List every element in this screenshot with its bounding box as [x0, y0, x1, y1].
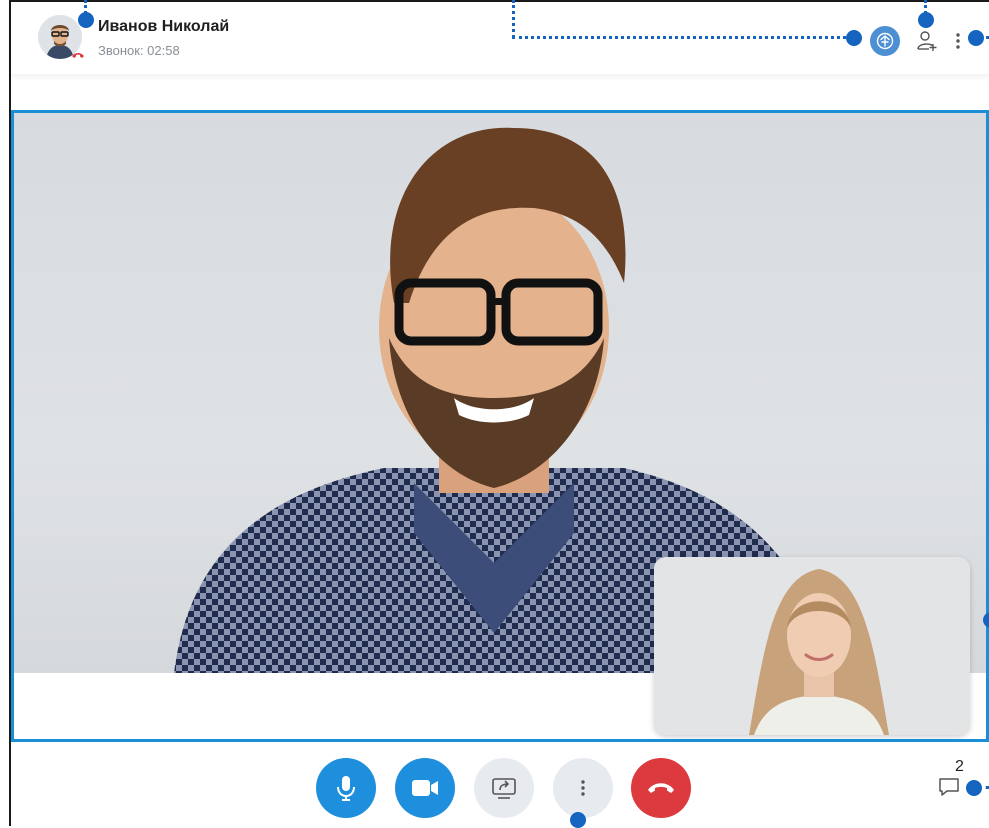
- encryption-icon: [876, 32, 894, 50]
- video-camera-icon: [412, 780, 438, 796]
- call-controls: [11, 744, 989, 826]
- more-controls-button[interactable]: [553, 758, 613, 818]
- microphone-button[interactable]: [316, 758, 376, 818]
- phone-badge-icon: [72, 53, 84, 58]
- callee-name: Иванов Николай: [98, 18, 230, 35]
- more-vertical-icon: [581, 780, 585, 796]
- callout-marker-avatar: [78, 12, 94, 28]
- callout-marker-encryption: [846, 30, 862, 46]
- callout-line-chat: [978, 786, 989, 789]
- callout-line-encryption-vertical: [512, 0, 515, 38]
- chat-icon: [939, 778, 959, 796]
- chat-button[interactable]: [938, 776, 964, 802]
- more-vertical-icon: [956, 33, 960, 49]
- video-area: [11, 110, 989, 742]
- chat-unread-count: 2: [955, 758, 964, 775]
- more-options-button[interactable]: [950, 26, 966, 56]
- add-user-icon: [917, 31, 937, 51]
- hangup-icon: [648, 783, 674, 793]
- self-view-video[interactable]: [654, 557, 970, 735]
- screen-share-icon: [492, 778, 516, 799]
- callout-line-encryption-horizontal: [512, 36, 852, 39]
- self-view-image: [654, 557, 970, 735]
- add-participant-button[interactable]: [914, 26, 940, 56]
- call-timer: Звонок: 02:58: [98, 43, 180, 58]
- hangup-button[interactable]: [631, 758, 691, 818]
- microphone-icon: [337, 776, 355, 801]
- camera-button[interactable]: [395, 758, 455, 818]
- callout-marker-add-user: [918, 12, 934, 28]
- screen-share-button[interactable]: [474, 758, 534, 818]
- callout-line-more-options: [980, 36, 989, 39]
- encryption-button[interactable]: [870, 26, 900, 56]
